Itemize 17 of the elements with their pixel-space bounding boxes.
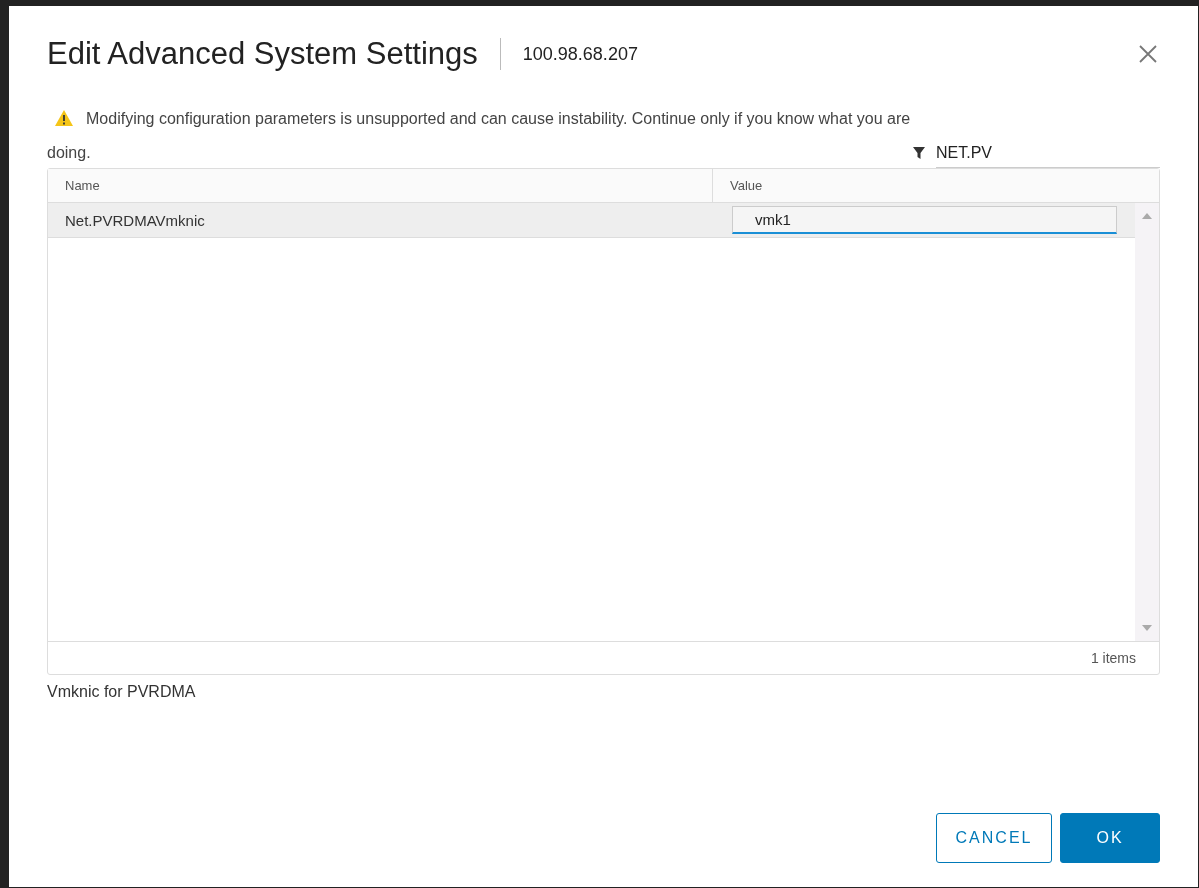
scroll-up-icon[interactable]: [1142, 213, 1152, 219]
cancel-button[interactable]: CANCEL: [936, 813, 1052, 863]
column-header[interactable]: Name: [48, 169, 712, 202]
value-input[interactable]: vmk1: [732, 206, 1117, 234]
dialog-title: Edit Advanced System Settings: [47, 36, 478, 72]
filter-icon: [912, 146, 926, 160]
scrollbar[interactable]: [1135, 203, 1159, 641]
ok-button[interactable]: OK: [1060, 813, 1160, 863]
name-cell-text: Net.PVRDMAVmknic: [64, 211, 206, 229]
warning-icon: [54, 109, 74, 127]
scroll-down-icon[interactable]: [1142, 625, 1152, 631]
item-count: 1 items: [1090, 650, 1136, 666]
table-row[interactable]: Net.PVRDMAVmknic vmk1: [48, 203, 1135, 238]
host-address: 100.98.68.207: [522, 43, 639, 65]
setting-description: Vmknic for PVRDMA: [47, 683, 197, 701]
warning-message: Modifying configuration parameters is unsupported and can cause instability. Continue only if you know what you are doing.: [47, 108, 912, 163]
column-header[interactable]: Value: [712, 169, 1159, 202]
